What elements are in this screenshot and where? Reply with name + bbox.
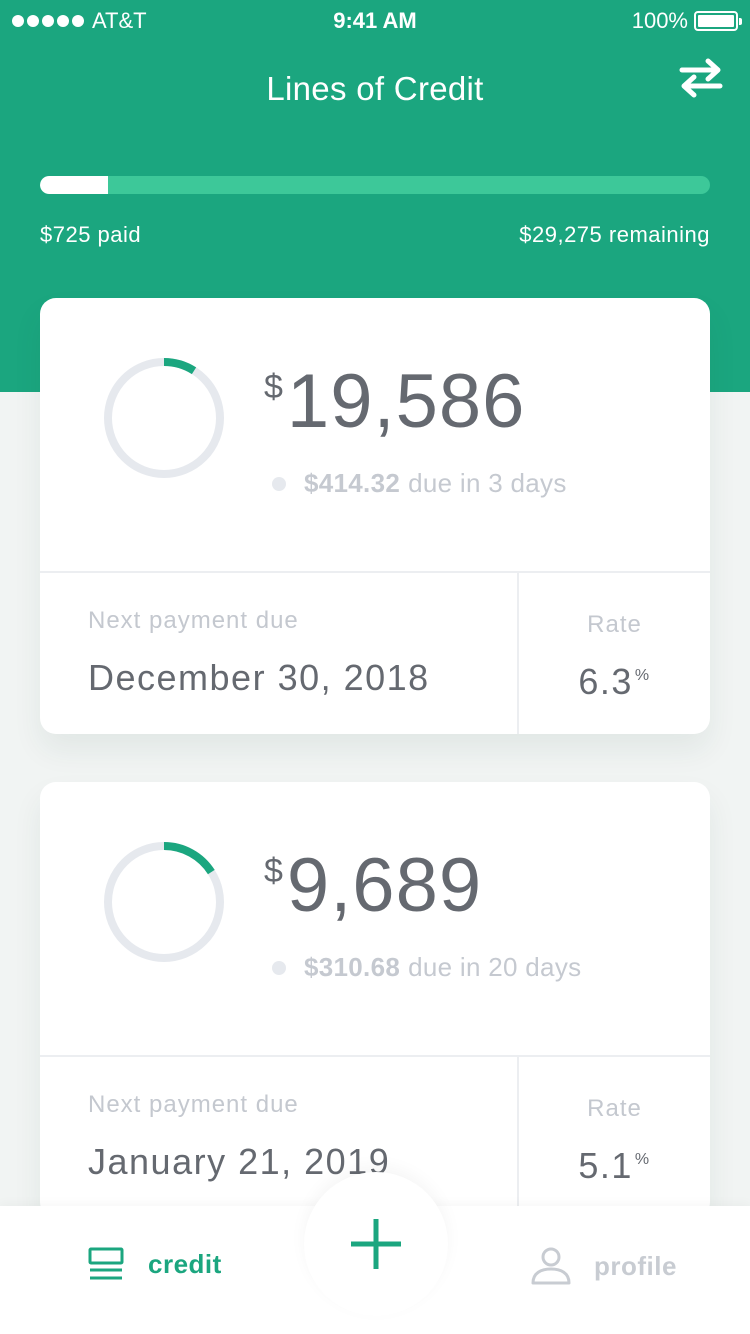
page-title: Lines of Credit	[266, 70, 484, 107]
remaining-amount: $29,275 remaining	[519, 222, 710, 247]
balance-amount: $ 9,689	[264, 848, 482, 924]
tab-credit-label: credit	[148, 1248, 222, 1279]
paid-amount: $725 paid	[40, 222, 142, 247]
rate-unit: %	[634, 667, 651, 684]
next-payment-label: Next payment due	[88, 607, 299, 634]
balance-value: 19,586	[286, 359, 526, 444]
swap-arrows-icon	[679, 58, 723, 98]
rate-label: Rate	[587, 611, 642, 638]
swap-button[interactable]	[676, 56, 726, 100]
battery-icon	[694, 11, 742, 31]
progress-ring-icon	[104, 358, 224, 478]
next-payment-cell: Next payment due December 30, 2018	[40, 573, 519, 734]
credit-line-card[interactable]: $ 19,586 $414.32 due in 3 days Next paym…	[40, 298, 710, 734]
due-amount: $414.32	[304, 468, 401, 498]
next-payment-date: January 21, 2019	[88, 1141, 391, 1182]
payoff-progress-bar	[40, 176, 710, 194]
due-text: due in 3 days	[408, 468, 567, 498]
battery-indicator: 100%	[631, 8, 742, 34]
next-payment-date: December 30, 2018	[88, 657, 430, 698]
due-amount: $310.68	[304, 952, 401, 982]
rate-label: Rate	[587, 1095, 642, 1122]
due-dot-icon	[272, 476, 286, 491]
balance-value: 9,689	[286, 843, 483, 928]
add-credit-button[interactable]	[304, 1172, 448, 1316]
due-info: $414.32 due in 3 days	[272, 468, 567, 499]
person-icon	[531, 1247, 571, 1285]
tab-credit[interactable]: credit	[88, 1246, 222, 1282]
rate-cell: Rate 6.3%	[519, 573, 710, 734]
rate-value: 5.1%	[519, 1145, 710, 1187]
next-payment-cell: Next payment due January 21, 2019	[40, 1057, 519, 1218]
rate-number: 6.3	[578, 661, 633, 702]
balance-amount: $ 19,586	[264, 364, 525, 440]
due-text: due in 20 days	[408, 952, 582, 982]
status-bar: AT&T 9:41 AM 100%	[0, 0, 750, 42]
battery-percent: 100%	[631, 8, 688, 33]
rate-unit: %	[634, 1151, 651, 1168]
payoff-progress-fill	[40, 176, 108, 194]
rate-number: 5.1	[578, 1145, 633, 1186]
due-dot-icon	[272, 960, 286, 975]
currency-symbol: $	[264, 852, 283, 890]
tab-profile-label: profile	[594, 1250, 677, 1281]
currency-symbol: $	[264, 368, 283, 406]
list-icon	[88, 1247, 124, 1280]
card-summary: $ 19,586 $414.32 due in 3 days	[40, 298, 710, 571]
card-details: Next payment due December 30, 2018 Rate …	[40, 571, 710, 734]
tab-profile[interactable]: profile	[530, 1246, 677, 1286]
credit-line-card[interactable]: $ 9,689 $310.68 due in 20 days Next paym…	[40, 782, 710, 1218]
next-payment-label: Next payment due	[88, 1091, 299, 1118]
rate-cell: Rate 5.1%	[519, 1057, 710, 1218]
progress-ring-icon	[104, 842, 224, 962]
rate-value: 6.3%	[519, 661, 710, 703]
due-info: $310.68 due in 20 days	[272, 952, 581, 983]
plus-icon	[351, 1219, 401, 1269]
card-summary: $ 9,689 $310.68 due in 20 days	[40, 782, 710, 1055]
